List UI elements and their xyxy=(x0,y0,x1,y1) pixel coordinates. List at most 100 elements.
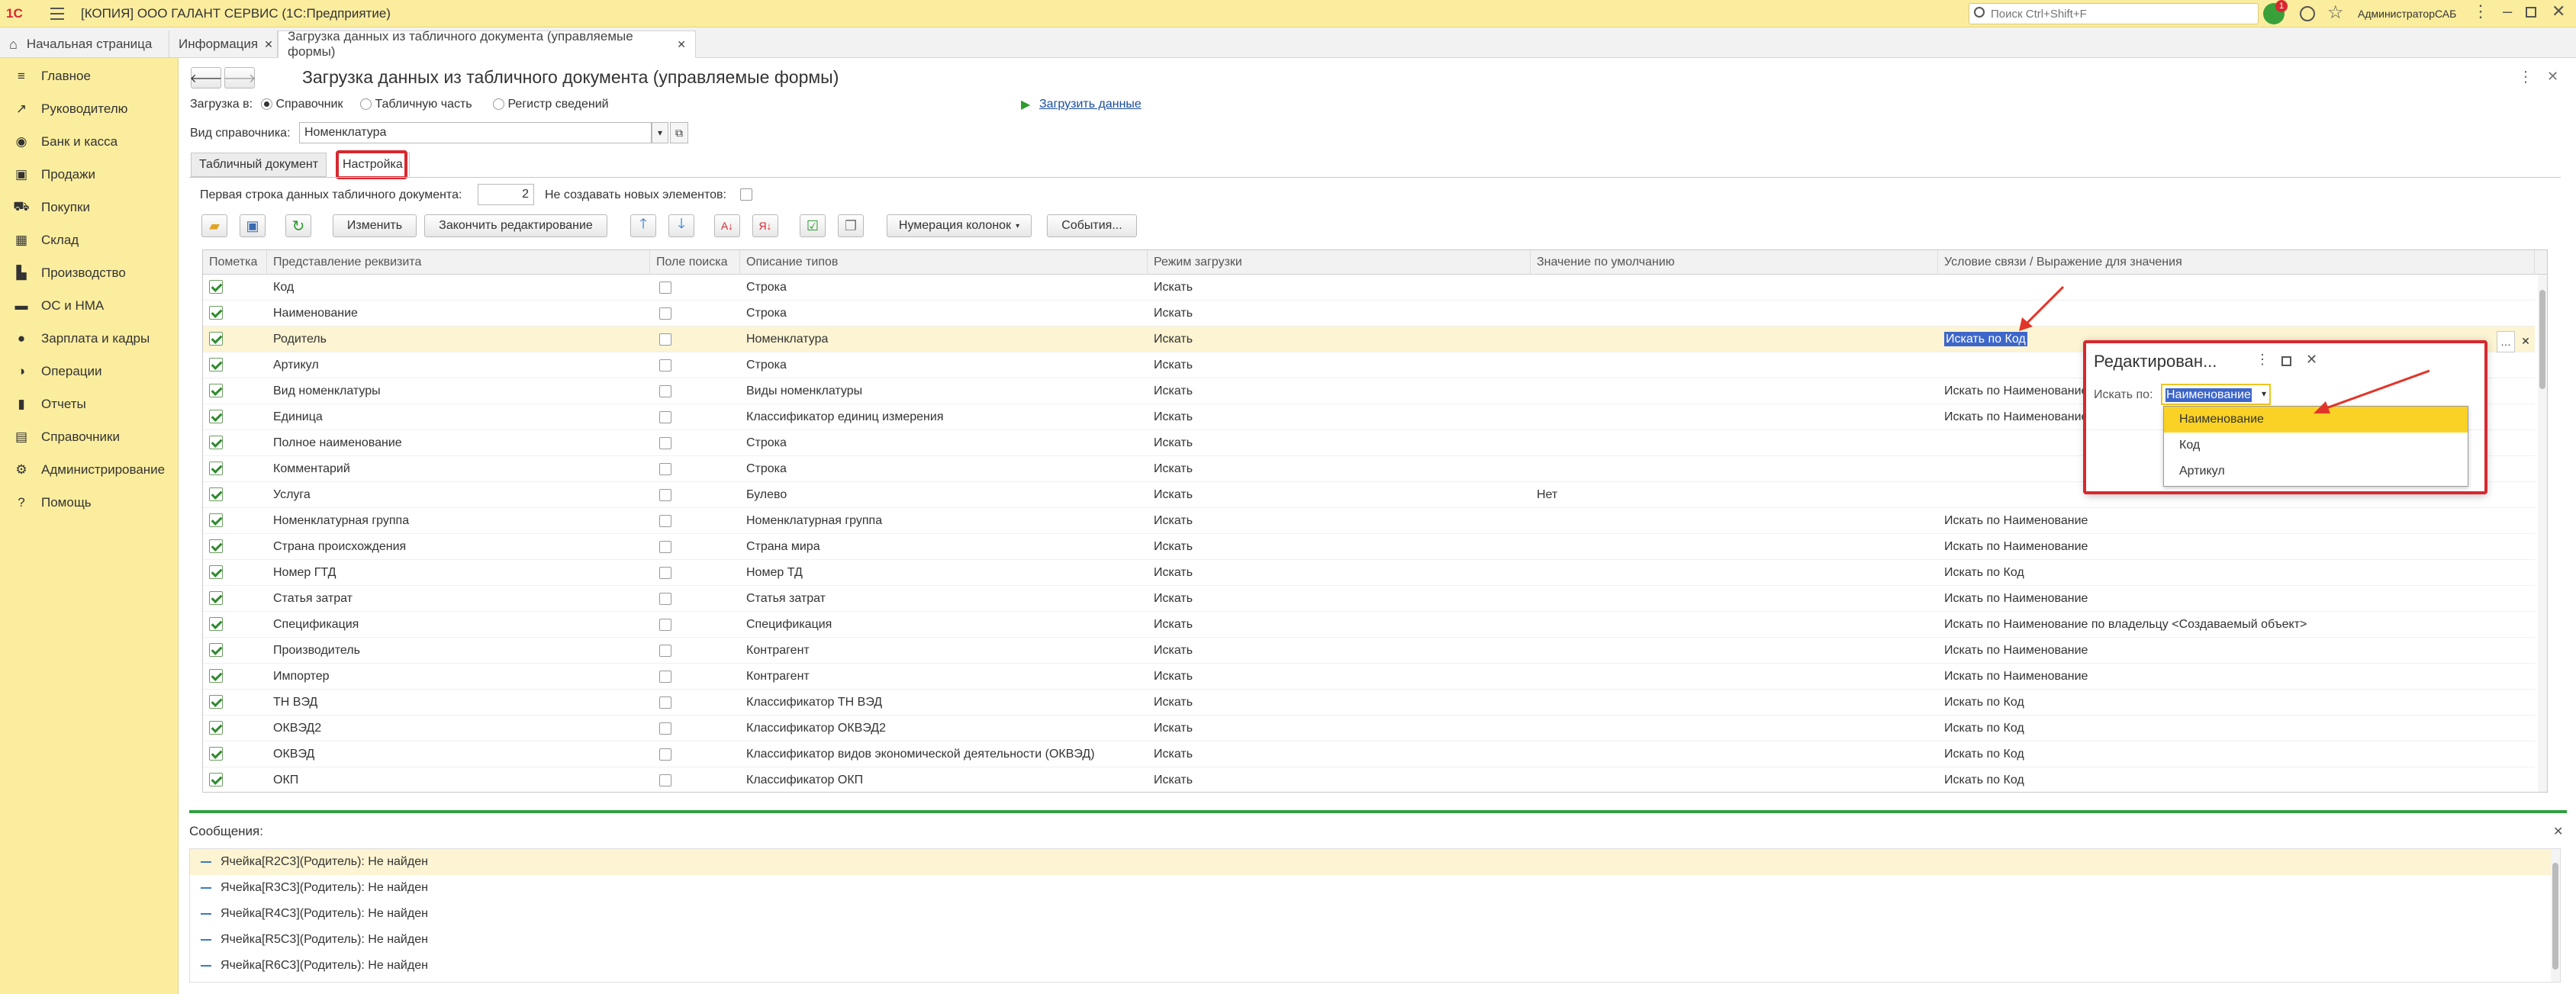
table-row[interactable]: Страна происхождения Страна мира Искать Иск… xyxy=(203,534,2535,560)
sidebar-item-purchases[interactable]: ⛟ Покупки xyxy=(0,194,179,221)
cell-type[interactable]: Строка xyxy=(740,352,1148,378)
cell-default[interactable] xyxy=(1531,716,1938,741)
mark-checkbox[interactable] xyxy=(203,586,267,612)
cell-condition[interactable]: Искать по Наименование xyxy=(1938,664,2535,690)
sidebar-item-main[interactable]: ≡ Главное xyxy=(0,63,179,90)
messages-scrollbar[interactable] xyxy=(2551,849,2560,982)
cell-mode[interactable]: Искать xyxy=(1148,430,1531,456)
scrollbar-thumb[interactable] xyxy=(2552,863,2558,970)
settings-menu-icon[interactable]: ⋮ xyxy=(2472,2,2489,21)
cell-name[interactable]: Комментарий xyxy=(267,456,650,482)
cell-default[interactable] xyxy=(1531,664,1938,690)
radio-table-part[interactable]: Табличную часть xyxy=(360,98,472,111)
cell-type[interactable]: Номер ТД xyxy=(740,560,1148,586)
cell-mode[interactable]: Искать xyxy=(1148,560,1531,586)
app-logo-icon[interactable]: 1С xyxy=(6,6,37,21)
cell-type[interactable]: Классификатор ОКП xyxy=(740,767,1148,792)
cell-mode[interactable]: Искать xyxy=(1148,664,1531,690)
search-field-checkbox[interactable] xyxy=(650,327,740,352)
first-row-input[interactable]: 2 xyxy=(478,184,534,205)
cell-mode[interactable]: Искать xyxy=(1148,378,1531,404)
cell-mode[interactable]: Искать xyxy=(1148,404,1531,430)
search-field-checkbox[interactable] xyxy=(650,430,740,456)
move-down-button[interactable]: 🡓 xyxy=(668,214,694,237)
open-file-button[interactable]: ▰ xyxy=(201,214,227,237)
search-field-checkbox[interactable] xyxy=(650,404,740,430)
col-header-presentation[interactable]: Представление реквизита xyxy=(267,250,650,275)
tab-home[interactable]: ⌂ Начальная страница xyxy=(0,31,169,58)
mark-checkbox[interactable] xyxy=(203,352,267,378)
mark-checkbox[interactable] xyxy=(203,690,267,716)
cell-default[interactable] xyxy=(1531,612,1938,638)
cell-type[interactable]: Классификатор ТН ВЭД xyxy=(740,690,1148,716)
sidebar-item-assets[interactable]: ▬ ОС и НМА xyxy=(0,292,179,320)
cell-mode[interactable]: Искать xyxy=(1148,301,1531,327)
search-field-checkbox[interactable] xyxy=(650,586,740,612)
message-item[interactable]: Ячейка[R3C3](Родитель): Не найден xyxy=(190,875,2555,901)
mark-checkbox[interactable] xyxy=(203,508,267,534)
cell-default[interactable] xyxy=(1531,430,1938,456)
cell-name[interactable]: ОКВЭД2 xyxy=(267,716,650,741)
cell-condition[interactable]: Искать по Наименование xyxy=(1938,534,2535,560)
message-item[interactable]: Ячейка[R4C3](Родитель): Не найден xyxy=(190,901,2555,927)
cell-type[interactable]: Номенклатура xyxy=(740,327,1148,352)
search-field-checkbox[interactable] xyxy=(650,638,740,664)
search-field-checkbox[interactable] xyxy=(650,508,740,534)
subtab-table-doc[interactable]: Табличный документ xyxy=(191,153,327,177)
col-header-default[interactable]: Значение по умолчанию xyxy=(1531,250,1938,275)
cell-name[interactable]: Артикул xyxy=(267,352,650,378)
sidebar-item-help[interactable]: ? Помощь xyxy=(0,489,179,516)
cell-default[interactable] xyxy=(1531,741,1938,767)
cell-mode[interactable]: Искать xyxy=(1148,638,1531,664)
user-name[interactable]: АдминистраторСАБ xyxy=(2358,8,2456,20)
cell-name[interactable]: Родитель xyxy=(267,327,650,352)
mark-checkbox[interactable] xyxy=(203,482,267,508)
cell-type[interactable]: Строка xyxy=(740,301,1148,327)
search-field-checkbox[interactable] xyxy=(650,690,740,716)
sidebar-item-bank[interactable]: ◉ Банк и касса xyxy=(0,128,179,156)
cell-name[interactable]: Страна происхождения xyxy=(267,534,650,560)
cell-name[interactable]: Спецификация xyxy=(267,612,650,638)
save-button[interactable]: ▣ xyxy=(240,214,266,237)
cell-mode[interactable]: Искать xyxy=(1148,352,1531,378)
cell-condition[interactable]: Искать по Код xyxy=(1938,767,2535,792)
cell-default[interactable] xyxy=(1531,767,1938,792)
sidebar-item-salary[interactable]: ● Зарплата и кадры xyxy=(0,325,179,352)
cell-mode[interactable]: Искать xyxy=(1148,690,1531,716)
form-more-icon[interactable]: ⋮ xyxy=(2518,67,2533,86)
cell-name[interactable]: Наименование xyxy=(267,301,650,327)
cell-name[interactable]: Статья затрат xyxy=(267,586,650,612)
catalog-select[interactable]: Номенклатура xyxy=(299,122,652,143)
table-row[interactable]: Спецификация Спецификация Искать Искать по … xyxy=(203,612,2535,638)
cell-mode[interactable]: Искать xyxy=(1148,275,1531,301)
cell-name[interactable]: Импортер xyxy=(267,664,650,690)
mark-checkbox[interactable] xyxy=(203,560,267,586)
cell-name[interactable]: Единица xyxy=(267,404,650,430)
open-link-icon[interactable]: ⧉ xyxy=(670,122,688,143)
cell-choose-button[interactable]: … xyxy=(2497,331,2515,352)
load-data-link[interactable]: Загрузить данные xyxy=(1039,98,1141,111)
cell-condition[interactable]: Искать по Код xyxy=(1938,690,2535,716)
cell-type[interactable]: Статья затрат xyxy=(740,586,1148,612)
cell-default[interactable]: Нет xyxy=(1531,482,1938,508)
table-row[interactable]: Производитель Контрагент Искать Искать по Н… xyxy=(203,638,2535,664)
finish-edit-button[interactable]: Закончить редактирование xyxy=(424,214,607,237)
cell-default[interactable] xyxy=(1531,690,1938,716)
cell-default[interactable] xyxy=(1531,404,1938,430)
cell-mode[interactable]: Искать xyxy=(1148,612,1531,638)
table-row[interactable]: ОКВЭД Классификатор видов экономической д… xyxy=(203,741,2535,767)
cell-default[interactable] xyxy=(1531,534,1938,560)
search-field-checkbox[interactable] xyxy=(650,482,740,508)
sidebar-item-warehouse[interactable]: ▦ Склад xyxy=(0,227,179,254)
cell-mode[interactable]: Искать xyxy=(1148,456,1531,482)
search-field-checkbox[interactable] xyxy=(650,767,740,792)
sidebar-item-manager[interactable]: ↗ Руководителю xyxy=(0,95,179,123)
search-field-checkbox[interactable] xyxy=(650,716,740,741)
cell-mode[interactable]: Искать xyxy=(1148,767,1531,792)
cell-type[interactable]: Классификатор ОКВЭД2 xyxy=(740,716,1148,741)
tab-data-load[interactable]: Загрузка данных из табличного документа … xyxy=(278,29,696,59)
cell-mode[interactable]: Искать xyxy=(1148,327,1531,352)
table-row[interactable]: Статья затрат Статья затрат Искать Искать п… xyxy=(203,586,2535,612)
cell-default[interactable] xyxy=(1531,638,1938,664)
cell-mode[interactable]: Искать xyxy=(1148,741,1531,767)
